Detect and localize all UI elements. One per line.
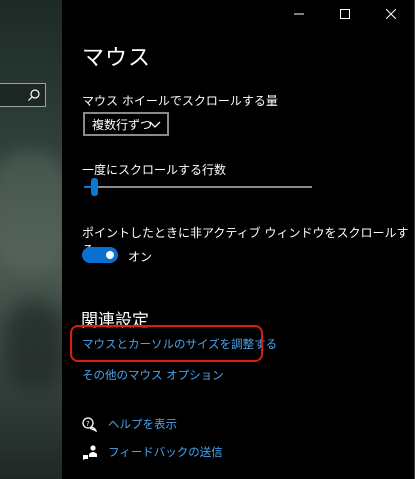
scroll-lines-label: 一度にスクロールする行数 bbox=[82, 163, 227, 177]
svg-text:?: ? bbox=[86, 420, 90, 428]
help-link-row[interactable]: ? ヘルプを表示 bbox=[82, 416, 177, 432]
wheel-scroll-label: マウス ホイールでスクロールする量 bbox=[82, 94, 278, 108]
toggle-state-label: オン bbox=[128, 250, 153, 264]
dropdown-value: 複数行ずつ bbox=[92, 117, 153, 132]
search-icon bbox=[28, 89, 40, 101]
page-title: マウス bbox=[82, 46, 152, 71]
minimize-button[interactable] bbox=[276, 0, 322, 28]
background-blur bbox=[0, 150, 62, 270]
toggle-knob bbox=[106, 251, 114, 259]
feedback-icon bbox=[83, 445, 97, 460]
scroll-lines-slider-thumb[interactable] bbox=[90, 178, 98, 196]
inactive-scroll-toggle[interactable] bbox=[82, 247, 118, 263]
settings-panel: マウス マウス ホイールでスクロールする量 複数行ずつ 一度にスクロールする行数… bbox=[62, 0, 415, 479]
feedback-link-row[interactable]: フィードバックの送信 bbox=[82, 444, 223, 460]
background-blur bbox=[5, 300, 62, 390]
help-link[interactable]: ヘルプを表示 bbox=[108, 416, 177, 432]
maximize-icon bbox=[340, 9, 350, 19]
search-input[interactable] bbox=[0, 83, 46, 107]
help-chat-icon: ? bbox=[82, 417, 97, 432]
feedback-link[interactable]: フィードバックの送信 bbox=[108, 444, 223, 460]
maximize-button[interactable] bbox=[322, 0, 368, 28]
minimize-icon bbox=[294, 13, 304, 15]
more-mouse-options-link[interactable]: その他のマウス オプション bbox=[82, 367, 224, 383]
close-icon bbox=[386, 9, 396, 19]
wheel-scroll-dropdown[interactable]: 複数行ずつ bbox=[83, 112, 169, 136]
close-button[interactable] bbox=[368, 0, 414, 28]
background-window bbox=[0, 0, 62, 479]
highlight-annotation bbox=[70, 325, 263, 362]
chevron-down-icon bbox=[149, 121, 161, 128]
window-controls bbox=[276, 0, 414, 28]
scroll-lines-slider-track[interactable] bbox=[84, 186, 312, 188]
